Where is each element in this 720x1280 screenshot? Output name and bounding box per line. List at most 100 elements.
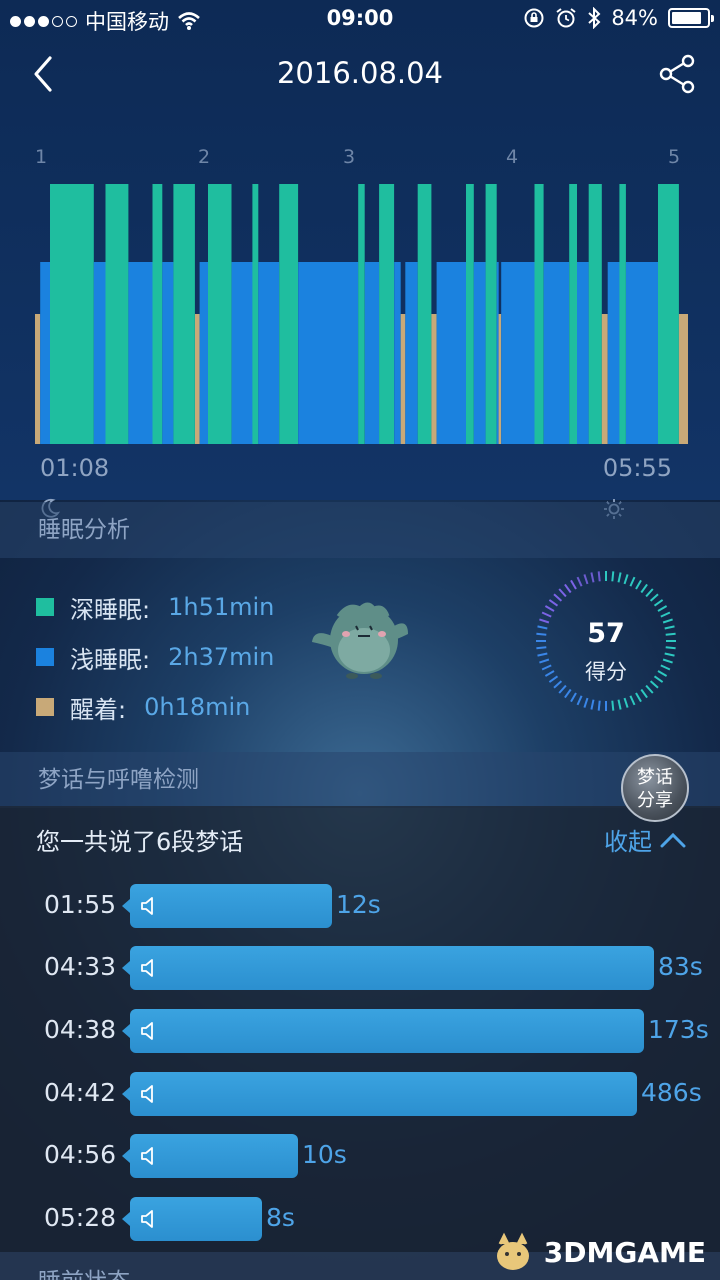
score-tick — [576, 576, 583, 587]
hour-label: 3 — [343, 146, 356, 168]
deep-sleep-segment — [466, 184, 474, 444]
legend-value: 0h18min — [144, 693, 251, 721]
score-tick — [576, 695, 583, 706]
deep-sleep-segment — [588, 184, 602, 444]
play-recording-bar[interactable] — [122, 884, 332, 928]
deep-sleep-segment — [252, 184, 259, 444]
score-tick — [570, 692, 577, 703]
score-tick — [570, 579, 577, 590]
score-tick — [617, 572, 622, 583]
score-tick — [558, 684, 567, 694]
recording-duration: 486s — [641, 1078, 702, 1107]
score-tick — [564, 688, 572, 699]
light-sleep-segment — [496, 262, 499, 444]
recording-duration: 8s — [266, 1203, 295, 1232]
score-tick — [597, 700, 601, 711]
light-sleep-segment — [199, 262, 209, 444]
hour-label: 5 — [668, 146, 681, 168]
dream-share-label: 梦话 — [637, 767, 673, 788]
score-tick — [635, 579, 642, 590]
legend-light-sleep: 浅睡眠: 2h37min — [36, 632, 274, 682]
legend-deep-sleep: 深睡眠: 1h51min — [36, 582, 274, 632]
deep-sleep-segment — [358, 184, 365, 444]
dream-recording[interactable]: 04:56 10s — [0, 1134, 720, 1178]
battery-icon — [668, 8, 714, 28]
play-recording-bar[interactable] — [122, 1072, 637, 1116]
score-tick — [597, 571, 601, 582]
sleep-stage-chart: 1 2 3 4 5 01:08 05:55 — [0, 140, 720, 519]
score-tick — [611, 700, 615, 711]
play-recording-bar[interactable] — [122, 1009, 644, 1053]
sleep-stage-bars — [35, 184, 688, 444]
collapse-label: 收起 — [604, 828, 652, 856]
light-sleep-segment — [128, 262, 153, 444]
recording-duration: 83s — [658, 952, 703, 981]
deep-sleep-segment — [379, 184, 395, 444]
sleep-analysis-header: 睡眠分析 — [0, 502, 720, 558]
play-recording-bar[interactable] — [122, 1134, 298, 1178]
deep-sleep-segment — [619, 184, 626, 444]
speaker-icon — [141, 897, 153, 915]
light-sleep-segment — [40, 262, 50, 444]
recording-duration: 10s — [302, 1140, 347, 1169]
score-tick — [657, 605, 668, 612]
score-tick — [629, 576, 636, 587]
score-tick — [617, 699, 622, 710]
sleep-start: 01:08 — [40, 454, 109, 518]
page-title: 2016.08.04 — [276, 56, 444, 90]
legend-label: 浅睡眠: — [70, 645, 151, 674]
light-sleep-segment — [162, 262, 174, 444]
dream-share-label: 分享 — [637, 790, 673, 811]
legend-awake: 醒着: 0h18min — [36, 682, 274, 732]
score-tick — [629, 695, 636, 706]
dream-recording[interactable]: 01:55 12s — [0, 884, 720, 928]
deep-sleep-segment — [417, 184, 432, 444]
score-tick — [649, 593, 659, 602]
awake-sleep-segment — [35, 314, 41, 444]
score-tick — [635, 692, 642, 703]
light-sleep-segment — [607, 262, 620, 444]
play-recording-bar[interactable] — [122, 946, 654, 990]
speaker-icon — [141, 1085, 153, 1103]
light-sleep-segment — [298, 262, 359, 444]
score-tick — [623, 574, 629, 585]
awake-sleep-segment — [601, 314, 608, 444]
recording-time: 04:42 — [44, 1078, 117, 1107]
score-tick — [544, 605, 555, 612]
wake-time: 05:55 — [602, 454, 672, 482]
light-sleep-segment — [501, 262, 535, 444]
collapse-button[interactable]: 收起 — [604, 822, 686, 857]
legend-value: 1h51min — [168, 593, 275, 621]
rotation-lock-icon — [524, 8, 544, 28]
deep-sleep-segment — [105, 184, 129, 444]
dream-recording[interactable]: 04:33 83s — [0, 946, 720, 990]
score-tick — [611, 571, 615, 582]
score-label: 得分 — [585, 660, 627, 684]
hour-label: 2 — [198, 146, 211, 168]
deep-sleep-segment — [50, 184, 94, 444]
score-tick — [645, 588, 654, 598]
dream-recording[interactable]: 04:42 486s — [0, 1072, 720, 1116]
deep-sleep-segment — [208, 184, 232, 444]
share-icon[interactable] — [658, 54, 698, 94]
light-sleep-segment — [258, 262, 280, 444]
sleep-score: 57 得分 — [534, 566, 678, 726]
hour-label: 4 — [506, 146, 519, 168]
recording-time: 04:56 — [44, 1140, 117, 1169]
awake-sleep-segment — [400, 314, 406, 444]
dream-recording[interactable]: 04:38 173s — [0, 1009, 720, 1053]
legend-value: 2h37min — [168, 643, 275, 671]
dream-share-button[interactable]: 梦话 分享 — [621, 754, 689, 822]
score-tick — [590, 699, 595, 710]
awake-swatch — [36, 698, 54, 716]
nav-bar: 2016.08.04 — [0, 40, 720, 110]
play-recording-bar[interactable] — [122, 1197, 262, 1241]
score-tick — [583, 574, 589, 585]
light-sleep-segment — [626, 262, 658, 444]
light-sleep-segment — [405, 262, 418, 444]
dream-count-text: 您一共说了6段梦话 — [36, 828, 244, 856]
speaker-icon — [141, 1210, 153, 1228]
watermark-text: 3DMGAME — [543, 1235, 706, 1269]
light-sleep-segment — [543, 262, 570, 444]
recording-time: 05:28 — [44, 1203, 117, 1232]
